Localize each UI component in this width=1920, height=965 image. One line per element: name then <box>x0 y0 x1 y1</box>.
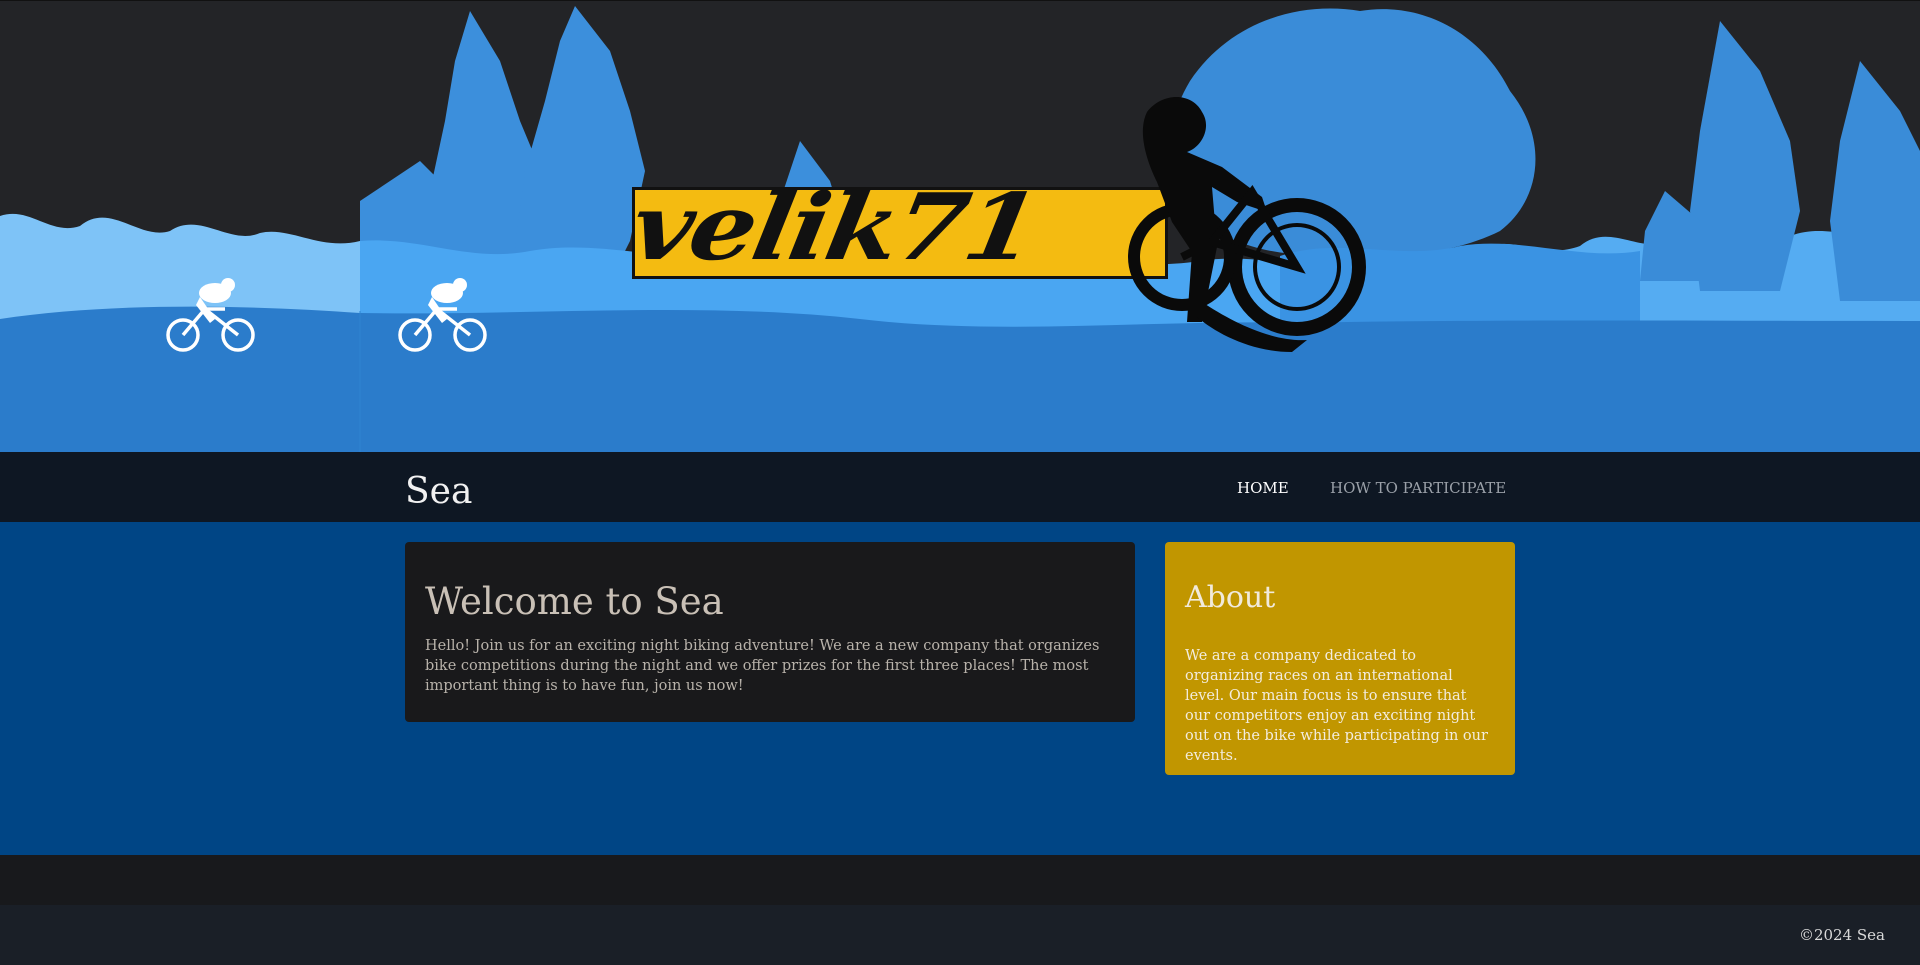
navbar-brand[interactable]: Sea <box>405 470 472 514</box>
hero-banner: velik71 <box>0 0 1920 453</box>
copyright-text: ©2024 Sea <box>1798 926 1885 944</box>
welcome-title: Welcome to Sea <box>425 580 724 623</box>
page-footer: ©2024 Sea <box>0 905 1920 965</box>
about-text: We are a company dedicated to organizing… <box>1185 648 1488 764</box>
welcome-card: Welcome to Sea Hello! Join us for an exc… <box>405 542 1135 722</box>
logo-text: velik71 <box>624 172 1045 282</box>
top-navbar: Sea HOME HOW TO PARTICIPATE <box>0 452 1920 522</box>
site-logo: velik71 <box>624 97 1366 352</box>
nav-link-home[interactable]: HOME <box>1237 478 1289 498</box>
welcome-text: Hello! Join us for an exciting night bik… <box>425 638 1100 694</box>
nav-link-how-to-participate[interactable]: HOW TO PARTICIPATE <box>1330 478 1506 498</box>
about-card: About We are a company dedicated to orga… <box>1165 542 1515 775</box>
mountain-biker-icon <box>1128 97 1366 352</box>
about-title: About <box>1185 580 1276 615</box>
main-content: Welcome to Sea Hello! Join us for an exc… <box>0 522 1920 855</box>
footer-spacer <box>0 855 1920 905</box>
